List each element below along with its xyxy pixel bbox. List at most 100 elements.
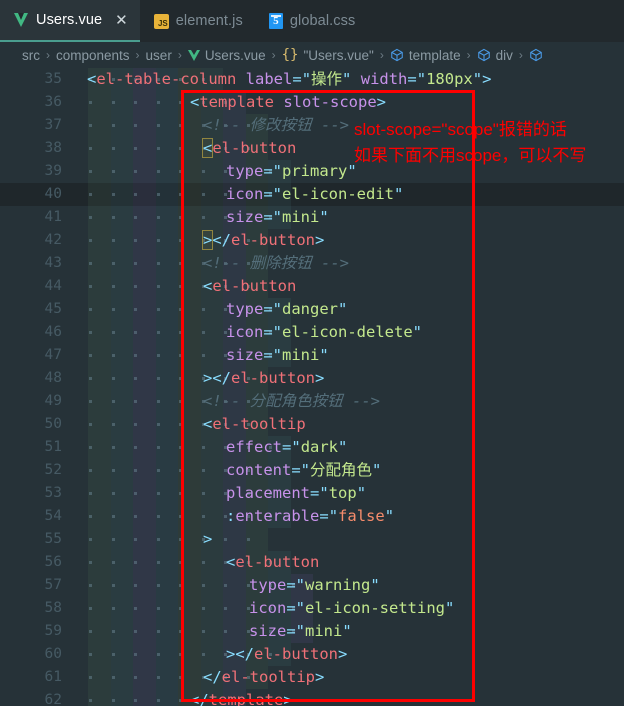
line-number: 48 [44, 370, 62, 386]
code-text: <el-table-column label="操作" width="180px… [87, 70, 492, 88]
code-line[interactable]: 50 <el-tooltip [0, 413, 624, 436]
breadcrumb-item-div[interactable]: div [477, 48, 513, 63]
line-number: 46 [44, 324, 62, 340]
cube-icon [529, 48, 543, 62]
code-text: </template> [190, 691, 293, 706]
line-number: 50 [44, 416, 62, 432]
breadcrumb-item-src[interactable]: src [22, 48, 40, 63]
code-line[interactable]: 45 type="danger" [0, 298, 624, 321]
tab-users-vue[interactable]: Users.vue ✕ [0, 0, 140, 42]
line-number: 59 [44, 623, 62, 639]
line-number: 52 [44, 462, 62, 478]
line-number: 60 [44, 646, 62, 662]
code-line[interactable]: 61 </el-tooltip> [0, 666, 624, 689]
code-line[interactable]: 44 <el-button [0, 275, 624, 298]
breadcrumb-separator: › [135, 48, 140, 62]
code-line[interactable]: 43 <!-- 删除按钮 --> [0, 252, 624, 275]
code-text: size="mini" [226, 208, 329, 226]
line-number: 39 [44, 163, 62, 179]
code-text: size="mini" [249, 622, 352, 640]
breadcrumb-item-symbol-users-vue[interactable]: {} "Users.vue" [282, 47, 374, 63]
breadcrumb-label: user [145, 47, 172, 63]
tab-global-css[interactable]: 5 global.css [255, 0, 367, 42]
code-text: size="mini" [226, 346, 329, 364]
breadcrumb-item-users-vue[interactable]: Users.vue [187, 47, 266, 63]
breadcrumb-separator: › [46, 48, 50, 62]
editor-tab-bar: Users.vue ✕ JS element.js 5 global.css [0, 0, 624, 42]
breadcrumb-item-components[interactable]: components [56, 48, 130, 63]
code-text: type="primary" [226, 162, 357, 180]
code-line[interactable]: 51 effect="dark" [0, 436, 624, 459]
vscode-window: Users.vue ✕ JS element.js 5 global.css s… [0, 0, 624, 706]
code-line[interactable]: 36 <template slot-scope> [0, 91, 624, 114]
code-comment: <!-- 修改按钮 --> [203, 116, 349, 134]
line-number: 49 [44, 393, 62, 409]
breadcrumb-label: src [22, 47, 40, 63]
tab-label: global.css [289, 13, 356, 29]
line-number: 41 [44, 209, 62, 225]
code-line[interactable]: 54 :enterable="false" [0, 505, 624, 528]
code-line[interactable]: 53 placement="top" [0, 482, 624, 505]
line-number: 55 [44, 531, 62, 547]
code-line[interactable]: 35 <el-table-column label="操作" width="18… [0, 68, 624, 91]
code-text: </el-tooltip> [203, 668, 325, 686]
line-number: 51 [44, 439, 62, 455]
code-line[interactable]: 46 icon="el-icon-delete" [0, 321, 624, 344]
code-line[interactable]: 52 content="分配角色" [0, 459, 624, 482]
code-line[interactable]: 59 size="mini" [0, 620, 624, 643]
line-number: 37 [44, 117, 62, 133]
code-text: <el-button [226, 553, 320, 571]
code-text: type="danger" [226, 300, 348, 318]
code-text: icon="el-icon-edit" [226, 185, 404, 203]
code-line[interactable]: 60 ></el-button> [0, 643, 624, 666]
line-number: 54 [44, 508, 62, 524]
breadcrumb-separator: › [379, 48, 384, 62]
line-number: 40 [44, 186, 62, 202]
line-number: 42 [44, 232, 62, 248]
breadcrumb: src › components › user › Users.vue › {}… [0, 42, 624, 68]
code-line[interactable]: 58 icon="el-icon-setting" [0, 597, 624, 620]
code-text: <el-tooltip [203, 415, 306, 433]
line-number: 35 [44, 71, 62, 87]
breadcrumb-separator: › [177, 48, 182, 62]
tab-label: element.js [175, 13, 243, 29]
line-number: 36 [44, 94, 62, 110]
code-text: <el-button [203, 277, 297, 295]
css-file-icon: 5 [268, 13, 283, 29]
breadcrumb-item-template[interactable]: template [390, 48, 461, 63]
breadcrumb-label: Users.vue [204, 47, 266, 63]
code-text: ></el-button> [226, 645, 348, 663]
code-line[interactable]: 41 size="mini" [0, 206, 624, 229]
code-line[interactable]: 47 size="mini" [0, 344, 624, 367]
vue-file-icon [14, 13, 29, 27]
code-text: icon="el-icon-delete" [226, 323, 423, 341]
code-line[interactable]: 48 ></el-button> [0, 367, 624, 390]
line-number: 58 [44, 600, 62, 616]
code-line[interactable]: 55 > [0, 528, 624, 551]
code-line[interactable]: 57 type="warning" [0, 574, 624, 597]
close-icon[interactable]: ✕ [115, 12, 128, 28]
js-file-icon: JS [153, 13, 169, 29]
indent-guides [88, 528, 268, 551]
code-text: :enterable="false" [226, 507, 395, 525]
code-text: content="分配角色" [226, 461, 382, 479]
line-number: 57 [44, 577, 62, 593]
code-comment: <!-- 分配角色按钮 --> [203, 392, 380, 410]
line-number: 53 [44, 485, 62, 501]
code-text: ></el-button> [201, 230, 325, 250]
tab-element-js[interactable]: JS element.js [140, 0, 255, 42]
code-text: > [203, 530, 213, 548]
code-line[interactable]: 42 ></el-button> [0, 229, 624, 252]
code-line[interactable]: 62 </template> [0, 689, 624, 706]
line-number: 61 [44, 669, 62, 685]
code-text: effect="dark" [226, 438, 348, 456]
breadcrumb-label: components [56, 47, 130, 63]
code-line[interactable]: 49 <!-- 分配角色按钮 --> [0, 390, 624, 413]
code-text: icon="el-icon-setting" [249, 599, 455, 617]
code-text: <template slot-scope> [190, 93, 387, 111]
code-line[interactable]: 56 <el-button [0, 551, 624, 574]
code-line-current[interactable]: 40 icon="el-icon-edit" [0, 183, 624, 206]
line-number: 43 [44, 255, 62, 271]
breadcrumb-item-truncated[interactable] [529, 48, 543, 62]
breadcrumb-item-user[interactable]: user [146, 48, 172, 63]
